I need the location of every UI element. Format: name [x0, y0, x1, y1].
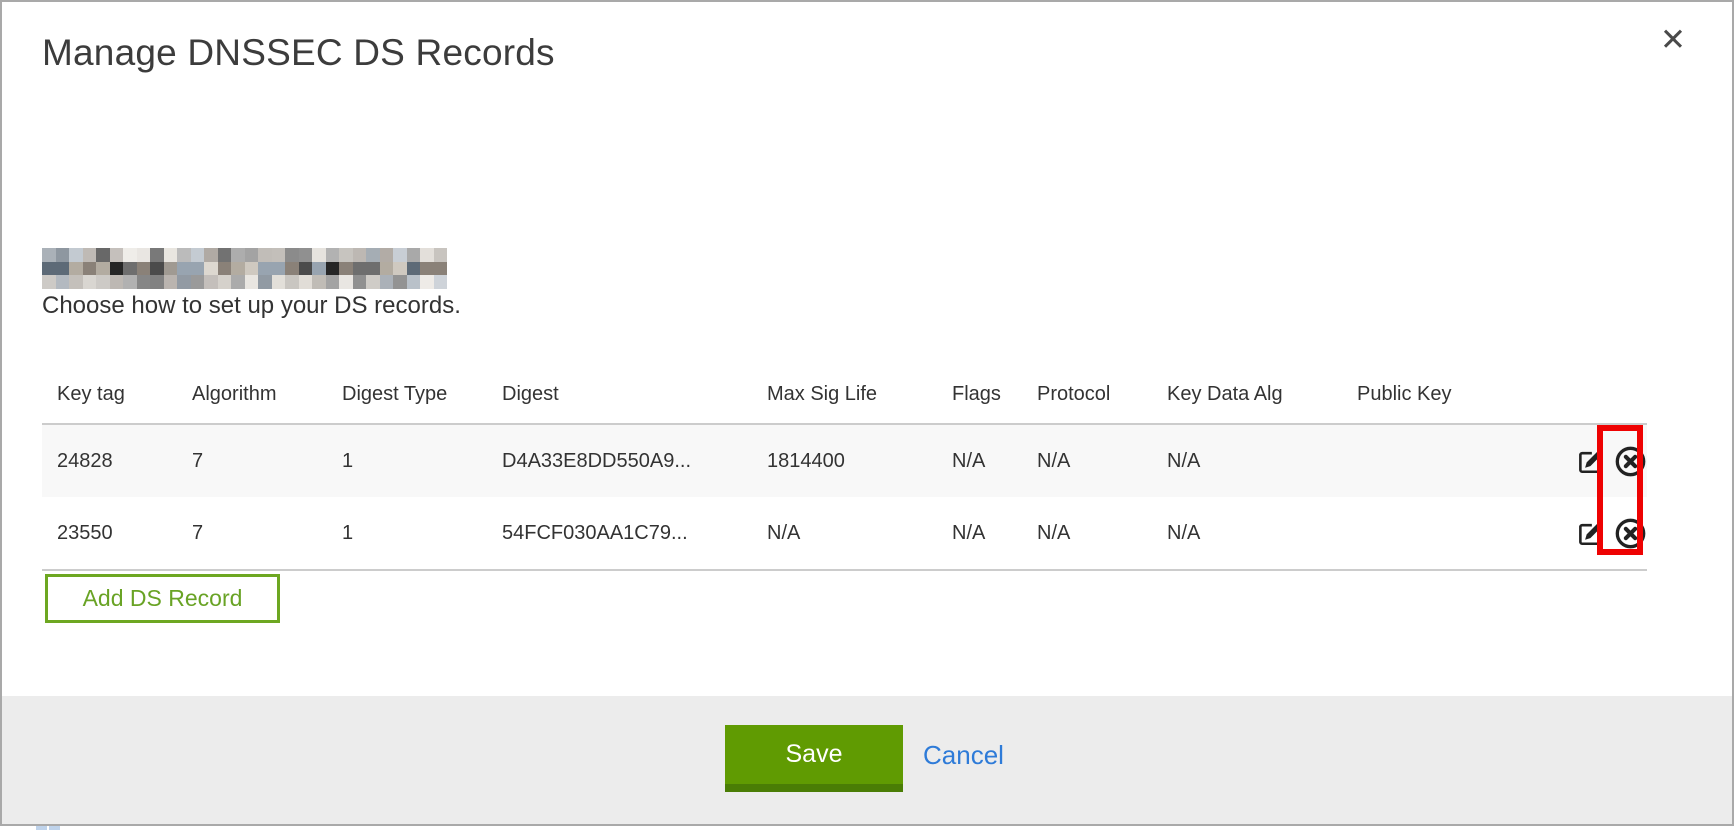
cell-key-tag: 23550: [42, 497, 177, 570]
redacted-domain: [42, 248, 447, 289]
cell-public-key: [1342, 497, 1557, 570]
col-header-key-tag: Key tag: [42, 370, 177, 424]
col-header-digest: Digest: [487, 370, 752, 424]
background-artifact: [36, 826, 47, 830]
cell-key-data-alg: N/A: [1152, 497, 1342, 570]
col-header-max-sig-life: Max Sig Life: [752, 370, 937, 424]
col-header-actions: [1557, 370, 1647, 424]
col-header-algorithm: Algorithm: [177, 370, 327, 424]
page-title: Manage DNSSEC DS Records: [42, 32, 555, 74]
cell-max-sig-life: N/A: [752, 497, 937, 570]
cell-max-sig-life: 1814400: [752, 424, 937, 497]
dnssec-ds-dialog-page: { "dialog": { "title": "Manage DNSSEC DS…: [0, 0, 1734, 830]
cell-key-tag: 24828: [42, 424, 177, 497]
cell-public-key: [1342, 424, 1557, 497]
cell-digest: D4A33E8DD550A9...: [487, 424, 752, 497]
cell-flags: N/A: [937, 424, 1022, 497]
col-header-digest-type: Digest Type: [327, 370, 487, 424]
page-behind-modal: [0, 826, 1734, 830]
cell-protocol: N/A: [1022, 424, 1152, 497]
cancel-link[interactable]: Cancel: [923, 740, 1004, 771]
col-header-protocol: Protocol: [1022, 370, 1152, 424]
table-row: 24828 7 1 D4A33E8DD550A9... 1814400 N/A …: [42, 424, 1647, 497]
dialog-subtitle: Choose how to set up your DS records.: [42, 292, 461, 320]
cell-key-data-alg: N/A: [1152, 424, 1342, 497]
col-header-public-key: Public Key: [1342, 370, 1557, 424]
cell-protocol: N/A: [1022, 497, 1152, 570]
dialog-footer: Save Cancel: [2, 696, 1732, 824]
delete-circle-icon[interactable]: [1614, 517, 1647, 550]
cell-algorithm: 7: [177, 424, 327, 497]
edit-icon[interactable]: [1577, 448, 1604, 475]
cell-digest-type: 1: [327, 497, 487, 570]
dialog-window: Manage DNSSEC DS Records ✕ Choose how to…: [0, 0, 1734, 826]
close-icon[interactable]: ✕: [1660, 24, 1686, 55]
cell-digest-type: 1: [327, 424, 487, 497]
table-row: 23550 7 1 54FCF030AA1C79... N/A N/A N/A …: [42, 497, 1647, 570]
add-ds-record-button[interactable]: Add DS Record: [45, 574, 280, 623]
save-button[interactable]: Save: [725, 725, 903, 792]
col-header-key-data-alg: Key Data Alg: [1152, 370, 1342, 424]
table-header-row: Key tag Algorithm Digest Type Digest Max…: [42, 370, 1647, 424]
delete-circle-icon[interactable]: [1614, 445, 1647, 478]
ds-records-table: Key tag Algorithm Digest Type Digest Max…: [42, 370, 1647, 571]
ds-records-table-wrap: Key tag Algorithm Digest Type Digest Max…: [42, 370, 1647, 571]
row-actions: [1557, 424, 1647, 497]
col-header-flags: Flags: [937, 370, 1022, 424]
row-actions: [1557, 497, 1647, 570]
cell-digest: 54FCF030AA1C79...: [487, 497, 752, 570]
cell-algorithm: 7: [177, 497, 327, 570]
edit-icon[interactable]: [1577, 520, 1604, 547]
cell-flags: N/A: [937, 497, 1022, 570]
background-artifact: [49, 826, 60, 830]
